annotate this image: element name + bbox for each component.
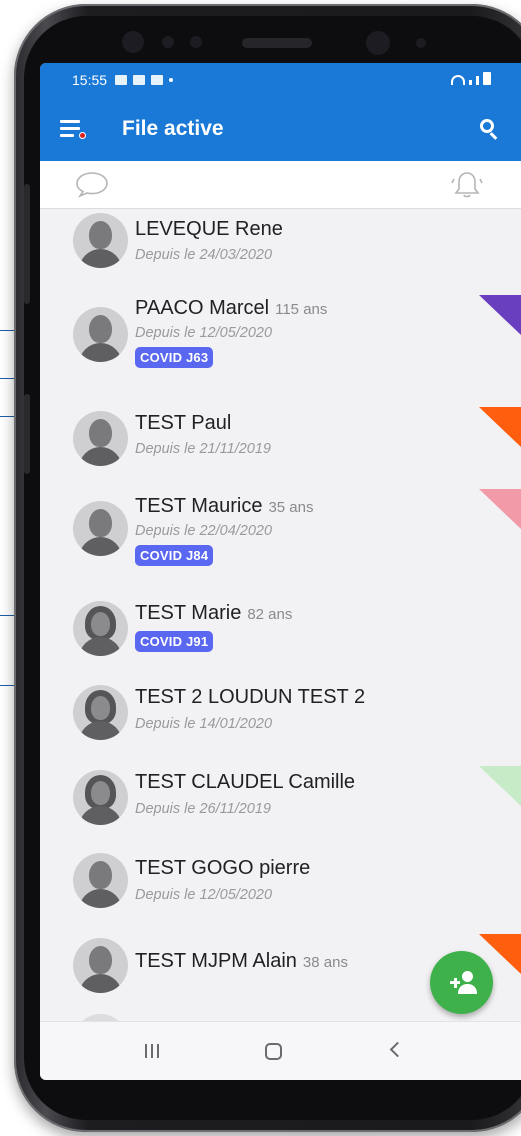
signal-icon <box>476 76 479 85</box>
system-status-icons <box>451 72 491 85</box>
sensor-icon <box>416 38 426 48</box>
list-item[interactable]: TEST 2 LOUDUN TEST 2 Depuis le 14/01/202… <box>40 681 521 771</box>
power-button <box>24 394 30 474</box>
sensor-icon <box>162 36 174 48</box>
status-badge: COVID J91 <box>135 631 214 652</box>
home-icon[interactable] <box>265 1043 282 1060</box>
avatar <box>73 853 128 908</box>
list-item[interactable]: TEST Maurice 35 ans Depuis le 22/04/2020 … <box>40 489 521 579</box>
list-item[interactable]: TEST Marie 82 ans COVID J91 <box>40 597 521 687</box>
patient-name: TEST GOGO pierre <box>135 857 311 879</box>
volume-button <box>24 184 30 304</box>
page-title: File active <box>122 117 224 140</box>
bell-icon[interactable] <box>451 169 483 199</box>
patient-since: Depuis le 22/04/2020 <box>135 523 273 539</box>
avatar <box>73 601 128 656</box>
patient-age: 115 ans <box>275 301 328 318</box>
search-icon[interactable] <box>479 118 501 140</box>
patient-name: TEST Paul <box>135 412 232 434</box>
message-notification-icon <box>115 75 128 85</box>
list-item[interactable]: TEST CLAUDEL Camille Depuis le 26/11/201… <box>40 766 521 856</box>
patient-name: TEST MJPM Alain 38 ans <box>135 950 348 972</box>
recent-apps-icon[interactable] <box>145 1044 159 1058</box>
status-badge: COVID J84 <box>135 545 214 566</box>
image-notification-icon <box>151 75 164 85</box>
patient-since: Depuis le 14/01/2020 <box>135 716 273 732</box>
avatar <box>73 770 128 825</box>
wifi-icon <box>451 75 465 85</box>
signal-icon <box>469 80 472 85</box>
avatar <box>73 938 128 993</box>
patient-since: Depuis le 26/11/2019 <box>135 801 271 817</box>
patient-age: 82 ans <box>247 606 293 623</box>
avatar <box>73 685 128 740</box>
list-item[interactable]: LEVEQUE Rene Depuis le 24/03/2020 <box>40 209 521 299</box>
patient-list: LEVEQUE Rene Depuis le 24/03/2020 PAACO … <box>40 209 521 1021</box>
list-item[interactable]: TEST GOGO pierre Depuis le 12/05/2020 <box>40 849 521 939</box>
secondary-toolbar <box>40 161 521 209</box>
sensor-icon <box>122 31 144 53</box>
patient-name: TEST 2 LOUDUN TEST 2 <box>135 686 366 708</box>
patient-age: 35 ans <box>268 499 314 516</box>
app-screen: 15:55 File active LEVEQUE Rene Depuis le… <box>40 63 521 1080</box>
patient-since: Depuis le 12/05/2020 <box>135 325 273 341</box>
avatar <box>73 213 128 268</box>
avatar <box>73 501 128 556</box>
list-item[interactable]: TEST Paul Depuis le 21/11/2019 <box>40 407 521 497</box>
patient-since: Depuis le 24/03/2020 <box>135 247 273 263</box>
battery-icon <box>483 72 491 85</box>
patient-name: TEST Marie 82 ans <box>135 602 293 624</box>
avatar <box>73 307 128 362</box>
back-icon[interactable] <box>389 1041 406 1058</box>
status-bar: 15:55 <box>40 63 521 97</box>
app-bar: File active <box>40 97 521 161</box>
front-camera-icon <box>366 31 390 55</box>
priority-flag <box>479 766 521 806</box>
earpiece-speaker <box>242 38 312 48</box>
patient-since: Depuis le 12/05/2020 <box>135 887 273 903</box>
patient-name: LEVEQUE Rene <box>135 218 283 240</box>
priority-flag <box>479 489 521 529</box>
menu-icon[interactable] <box>60 120 86 140</box>
more-notifications-icon <box>169 78 174 82</box>
sensor-icon <box>190 36 202 48</box>
patient-name: TEST Maurice 35 ans <box>135 495 314 517</box>
app-notification-icon <box>133 75 146 85</box>
notification-dot-icon <box>79 132 86 139</box>
chat-bubble-icon[interactable] <box>74 169 110 199</box>
add-person-button[interactable] <box>430 951 493 1014</box>
patient-since: Depuis le 21/11/2019 <box>135 441 271 457</box>
priority-flag <box>479 407 521 447</box>
system-navigation-bar <box>40 1021 521 1080</box>
status-badge: COVID J63 <box>135 347 214 368</box>
patient-name: PAACO Marcel 115 ans <box>135 297 328 319</box>
notification-icons <box>115 75 174 85</box>
priority-flag <box>479 295 521 335</box>
patient-age: 38 ans <box>302 954 348 971</box>
patient-name: TEST CLAUDEL Camille <box>135 771 356 793</box>
status-time: 15:55 <box>72 72 108 88</box>
list-item[interactable]: PAACO Marcel 115 ans Depuis le 12/05/2020… <box>40 295 521 385</box>
avatar <box>73 411 128 466</box>
